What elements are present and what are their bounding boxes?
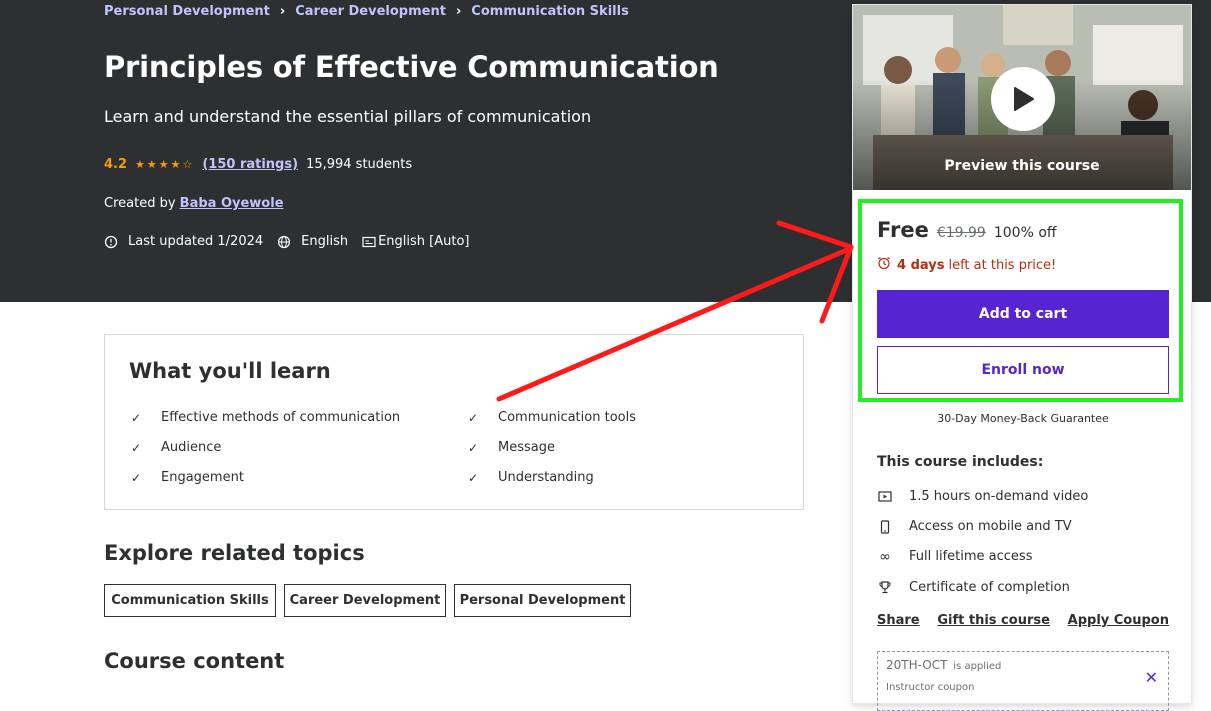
learn-heading: What you'll learn — [129, 359, 331, 383]
breadcrumb: Personal Development › Career Developmen… — [104, 4, 629, 19]
include-item-text: Access on mobile and TV — [909, 519, 1072, 534]
topic-communication-skills-button[interactable]: Communication Skills — [104, 584, 276, 617]
learn-item-text: Understanding — [498, 470, 594, 485]
coupon-code: 20TH-OCT is applied — [886, 658, 1001, 672]
what-you-learn-box: What you'll learn ✓ Effective methods of… — [104, 334, 804, 510]
learn-item-text: Audience — [161, 440, 222, 455]
breadcrumb-career-development[interactable]: Career Development — [295, 4, 446, 19]
include-item: Certificate of completion — [877, 580, 1070, 595]
alert-clock-icon — [104, 235, 118, 249]
coupon-applied-text: is applied — [953, 661, 1002, 672]
globe-icon — [277, 235, 291, 249]
price-highlight-box — [858, 199, 1183, 402]
coupon-code-value: 20TH-OCT — [886, 658, 948, 672]
learn-item-text: Engagement — [161, 470, 244, 485]
created-by: Created by Baba Oyewole — [104, 196, 284, 211]
course-subtitle: Learn and understand the essential pilla… — [104, 107, 592, 126]
sidebar-actions: Share Gift this course Apply Coupon — [877, 613, 1169, 628]
share-link[interactable]: Share — [877, 613, 920, 628]
topic-career-development-button[interactable]: Career Development — [284, 584, 446, 617]
last-updated: Last updated 1/2024 — [128, 234, 264, 249]
close-icon[interactable]: ✕ — [1145, 668, 1158, 687]
apply-coupon-link[interactable]: Apply Coupon — [1068, 613, 1169, 628]
learn-item: ✓ Communication tools — [468, 410, 636, 425]
learn-item-text: Message — [498, 440, 555, 455]
topic-personal-development-button[interactable]: Personal Development — [454, 584, 631, 617]
mobile-icon — [877, 519, 893, 534]
trophy-icon — [877, 581, 893, 595]
include-item: 1.5 hours on-demand video — [877, 489, 1088, 504]
created-by-label: Created by — [104, 196, 176, 211]
rating-row: 4.2 ★★★★☆ (150 ratings) 15,994 students — [104, 157, 412, 172]
video-play-icon — [877, 490, 893, 504]
learn-item-text: Communication tools — [498, 410, 636, 425]
check-icon: ✓ — [131, 440, 142, 455]
play-icon[interactable] — [991, 67, 1055, 131]
course-language: English — [301, 234, 349, 249]
students-count: 15,994 students — [306, 157, 413, 172]
include-item: Access on mobile and TV — [877, 519, 1072, 534]
include-item-text: Certificate of completion — [909, 580, 1070, 595]
course-meta: Last updated 1/2024 English English [Aut… — [104, 234, 470, 249]
learn-item: ✓ Effective methods of communication — [131, 410, 400, 425]
course-content-heading: Course content — [104, 649, 285, 673]
include-item: ∞ Full lifetime access — [877, 548, 1033, 565]
rating-value: 4.2 — [104, 157, 128, 172]
course-title: Principles of Effective Communication — [104, 50, 719, 84]
learn-item: ✓ Engagement — [131, 470, 244, 485]
check-icon: ✓ — [468, 440, 479, 455]
ratings-count-link[interactable]: (150 ratings) — [202, 157, 298, 172]
course-preview-video[interactable]: Preview this course — [853, 5, 1191, 190]
explore-heading: Explore related topics — [104, 541, 365, 565]
chevron-right-icon: › — [455, 4, 462, 19]
check-icon: ✓ — [468, 410, 479, 425]
gift-course-link[interactable]: Gift this course — [937, 613, 1050, 628]
breadcrumb-personal-development[interactable]: Personal Development — [104, 4, 270, 19]
course-captions: English [Auto] — [378, 234, 470, 249]
learn-item: ✓ Message — [468, 440, 555, 455]
captions-icon — [362, 235, 376, 249]
check-icon: ✓ — [131, 470, 142, 485]
check-icon: ✓ — [131, 410, 142, 425]
star-rating-icon: ★★★★☆ — [135, 158, 195, 171]
learn-item: ✓ Understanding — [468, 470, 594, 485]
chevron-right-icon: › — [279, 4, 286, 19]
check-icon: ✓ — [468, 470, 479, 485]
infinity-icon: ∞ — [879, 548, 891, 565]
applied-coupon-box: 20TH-OCT is applied Instructor coupon ✕ — [877, 651, 1169, 711]
includes-heading: This course includes: — [877, 454, 1044, 470]
breadcrumb-communication-skills[interactable]: Communication Skills — [471, 4, 629, 19]
preview-course-label[interactable]: Preview this course — [853, 158, 1191, 174]
learn-item: ✓ Audience — [131, 440, 221, 455]
instructor-link[interactable]: Baba Oyewole — [180, 196, 284, 211]
include-item-text: 1.5 hours on-demand video — [909, 489, 1089, 504]
money-back-guarantee: 30-Day Money-Back Guarantee — [937, 412, 1109, 425]
include-item-text: Full lifetime access — [909, 549, 1033, 564]
learn-item-text: Effective methods of communication — [161, 410, 401, 425]
